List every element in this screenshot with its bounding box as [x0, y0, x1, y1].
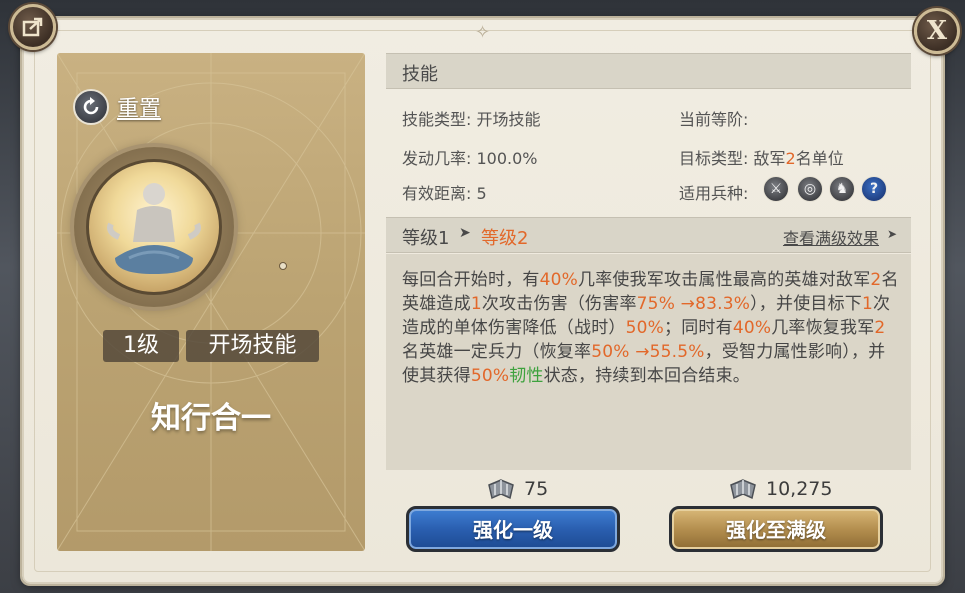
share-button[interactable]: [10, 4, 56, 50]
skill-section-header: 技能: [386, 53, 911, 89]
desc-text: 次攻击伤害（伤害率: [481, 294, 637, 314]
skill-description-box: 每回合开始时，有40%几率使我军攻击属性最高的英雄对敌军2名英雄造成1次攻击伤害…: [386, 254, 911, 470]
desc-text: 名英雄一定兵力（恢复率: [402, 342, 592, 362]
close-button[interactable]: X: [914, 8, 960, 54]
range-label: 有效距离:: [402, 184, 472, 203]
target-type-label: 目标类型:: [679, 149, 749, 168]
ring-knob: [279, 262, 287, 270]
skill-card: 重置: [57, 53, 365, 551]
trigger-rate-row: 发动几率: 100.0%: [402, 145, 538, 169]
share-icon: [22, 17, 43, 37]
view-max-effect-link[interactable]: 查看满级效果: [783, 225, 879, 249]
trigger-rate-label: 发动几率:: [402, 149, 472, 168]
desc-text: 几率恢复我军: [771, 318, 875, 338]
range-row: 有效距离: 5: [402, 180, 487, 204]
desc-value: 2: [874, 318, 886, 338]
desc-value: 75% →83.3%: [636, 294, 751, 314]
desc-value: 50%: [625, 318, 664, 338]
current-rank-row: 当前等阶:: [679, 106, 748, 130]
desc-value: 50%: [470, 366, 510, 386]
upgrade-max-level-button[interactable]: 强化至满级: [669, 506, 883, 552]
level-arrow-icon: ➤: [459, 225, 471, 241]
current-level: 等级1: [402, 228, 450, 249]
desc-value: 1: [470, 294, 482, 314]
desc-text: 几率使我军攻击属性最高的英雄对敌军: [578, 270, 871, 290]
help-icon[interactable]: ?: [861, 176, 887, 202]
chevron-right-icon: ➤: [886, 227, 897, 241]
desc-status-keyword: 韧性: [509, 366, 544, 386]
skill-section-title: 技能: [402, 64, 438, 85]
trigger-rate-value: 100.0%: [476, 149, 538, 168]
reset-control[interactable]: 重置: [73, 89, 161, 125]
desc-value: 1: [862, 294, 874, 314]
skill-type-badge: 开场技能: [186, 330, 319, 362]
target-type-prefix: 敌军: [753, 149, 786, 168]
cost-one-value: 75: [524, 478, 549, 500]
reset-icon: [73, 89, 109, 125]
skill-type-label: 技能类型:: [402, 110, 472, 129]
troop-type-label: 适用兵种:: [679, 184, 749, 203]
range-value: 5: [476, 184, 487, 203]
cost-max-value: 10,275: [766, 478, 833, 500]
skill-description: 每回合开始时，有40%几率使我军攻击属性最高的英雄对敌军2名英雄造成1次攻击伤害…: [402, 268, 902, 388]
cost-max-level: 10,275: [728, 476, 832, 502]
meditating-monk-portrait-icon: [86, 159, 222, 295]
desc-value: 40%: [732, 318, 772, 338]
skill-book-icon: [486, 476, 516, 502]
target-type-count: 2: [785, 149, 796, 168]
target-type-row: 目标类型: 敌军2名单位: [679, 145, 844, 169]
target-type-suffix: 名单位: [795, 149, 844, 168]
skill-name: 知行合一: [151, 401, 271, 436]
desc-value: 2: [870, 270, 882, 290]
cost-one-level: 75: [486, 476, 548, 502]
card-decoration: [57, 53, 365, 551]
desc-value: 40%: [539, 270, 578, 290]
compass-ornament-icon: ✧: [474, 22, 491, 43]
bow-target-icon[interactable]: ◎: [797, 176, 823, 202]
desc-text: ；同时有: [664, 318, 733, 338]
desc-value: 50% →55.5%: [591, 342, 705, 362]
desc-text: 状态，持续到本回合结束。: [543, 366, 751, 386]
skill-type-value: 开场技能: [476, 110, 541, 129]
horse-icon[interactable]: ♞: [829, 176, 855, 202]
current-rank-label: 当前等阶:: [679, 110, 749, 129]
skill-level-badge: 1级: [103, 330, 179, 362]
level-section-header: 等级1 ➤ 等级2 查看满级效果 ➤: [386, 217, 911, 253]
reset-link[interactable]: 重置: [117, 91, 161, 123]
sword-icon[interactable]: ⚔: [763, 176, 789, 202]
desc-text: 每回合开始时，有: [402, 270, 540, 290]
desc-text: ），并使目标下: [750, 294, 863, 314]
skill-type-row: 技能类型: 开场技能: [402, 106, 541, 130]
troop-type-row: 适用兵种:: [679, 180, 748, 204]
next-level: 等级2: [481, 228, 529, 249]
upgrade-one-level-button[interactable]: 强化一级: [406, 506, 620, 552]
skill-book-icon: [728, 476, 758, 502]
